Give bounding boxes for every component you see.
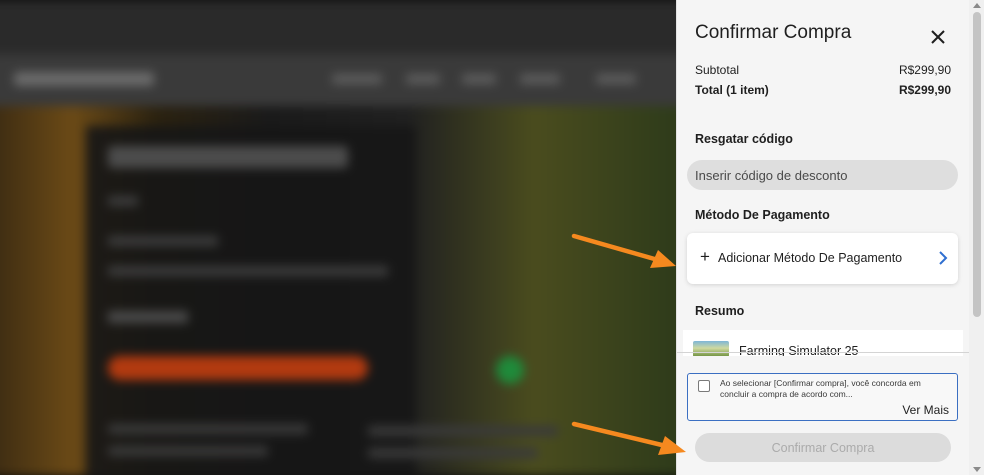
redeem-code-heading: Resgatar código	[695, 132, 793, 146]
confirm-purchase-button[interactable]: Confirmar Compra	[695, 433, 951, 462]
game-hero-banner	[0, 106, 676, 475]
consent-box: Ao selecionar [Confirmar compra], você c…	[687, 373, 958, 421]
store-nav-bar	[0, 54, 676, 106]
background-store-page	[0, 0, 676, 475]
game-thumbnail	[693, 341, 729, 356]
total-label: Total (1 item)	[695, 83, 769, 97]
see-more-link[interactable]: Ver Mais	[902, 403, 949, 417]
close-button[interactable]	[925, 24, 951, 50]
payment-method-heading: Método De Pagamento	[695, 208, 830, 222]
subtotal-row: Subtotal R$299,90	[695, 63, 951, 77]
add-payment-method-button[interactable]: + Adicionar Método De Pagamento	[687, 233, 958, 284]
add-payment-method-label: Adicionar Método De Pagamento	[718, 251, 903, 265]
discount-code-input[interactable]	[687, 160, 958, 190]
confirm-purchase-panel: Confirmar Compra Subtotal R$299,90 Total…	[676, 0, 984, 475]
panel-scrollbar[interactable]	[969, 0, 984, 475]
browser-toolbar	[0, 0, 676, 54]
summary-heading: Resumo	[695, 304, 745, 318]
consent-text: Ao selecionar [Confirmar compra], você c…	[720, 378, 921, 399]
scroll-up-arrow-icon[interactable]	[973, 3, 981, 8]
total-row: Total (1 item) R$299,90	[695, 83, 951, 97]
plus-icon: +	[700, 247, 710, 266]
consent-checkbox[interactable]	[698, 380, 710, 392]
game-name: Farming Simulator 25	[739, 344, 859, 356]
panel-title: Confirmar Compra	[695, 22, 852, 43]
subtotal-value: R$299,90	[898, 63, 951, 77]
footer-divider	[677, 352, 969, 353]
subtotal-label: Subtotal	[695, 63, 740, 77]
scroll-down-arrow-icon[interactable]	[973, 467, 981, 472]
close-icon	[931, 30, 945, 44]
scrollbar-thumb[interactable]	[973, 12, 981, 317]
total-value: R$299,90	[898, 83, 951, 97]
chevron-right-icon	[939, 251, 948, 265]
